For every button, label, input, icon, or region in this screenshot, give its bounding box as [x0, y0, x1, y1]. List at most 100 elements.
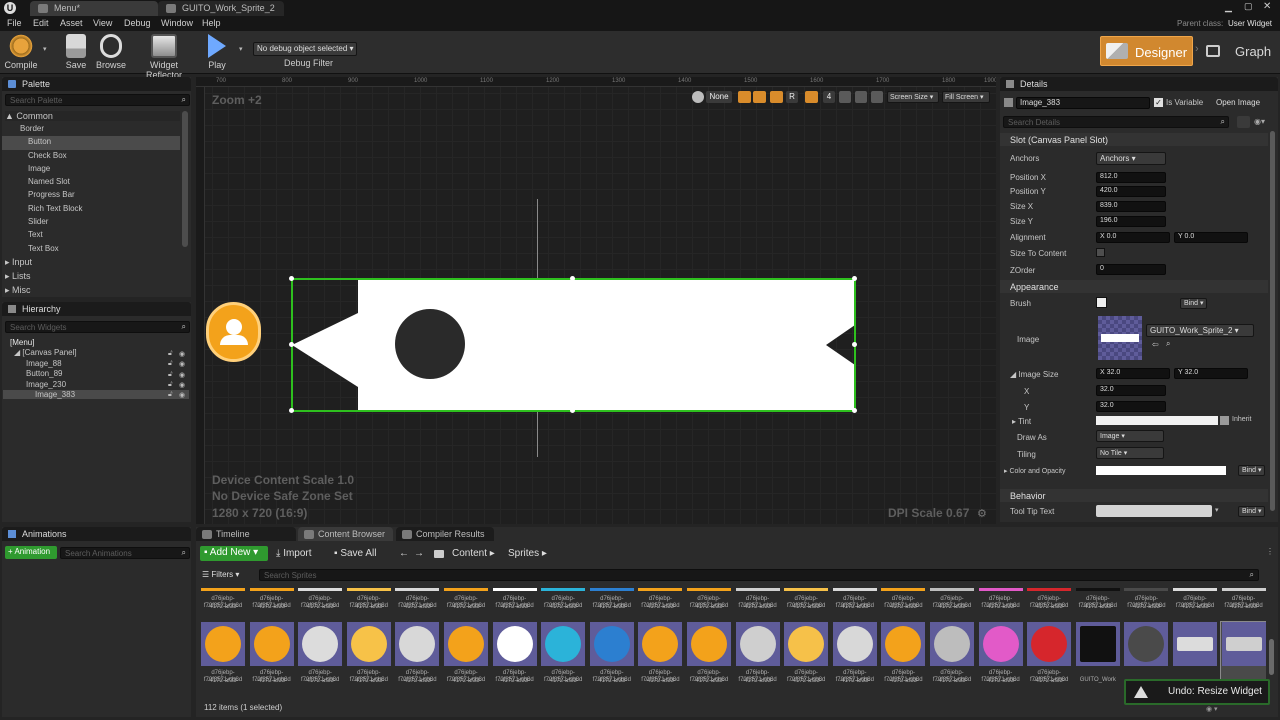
palette-item-rich-text-block[interactable]: Rich Text Block	[2, 203, 180, 216]
asset-tile-partial[interactable]: d76jebp-f70f3571-cb8d -4172-af33-	[686, 585, 732, 619]
resize-handle-right[interactable]	[852, 342, 857, 347]
snap-grid-icon[interactable]	[738, 91, 751, 103]
resize-handle-bottom-right[interactable]	[852, 408, 857, 413]
path-sprites[interactable]: Sprites ▸	[508, 548, 547, 559]
browse-button[interactable]: Browse	[95, 34, 127, 70]
menu-debug[interactable]: Debug	[124, 18, 151, 28]
save-all-button[interactable]: ▪ Save All	[334, 548, 376, 559]
asset-tile-partial[interactable]: d76jebp-f70f3571-cb8d -4172-af33-	[1075, 585, 1121, 619]
palette-item-button[interactable]: Button	[2, 136, 180, 150]
alignment-y-input[interactable]: Y 0.0	[1174, 232, 1248, 243]
stop-icon[interactable]	[770, 91, 783, 103]
panel-menu-icon[interactable]: ⋮	[1266, 547, 1274, 556]
resize-handle-top-right[interactable]	[852, 276, 857, 281]
visibility-eye-icon[interactable]: ◉	[179, 360, 185, 368]
lock-icon[interactable]	[753, 91, 766, 103]
asset-tile-partial[interactable]: d76jebp-f70f3571-cb8d -4172-af33-	[443, 585, 489, 619]
image-size-y-value[interactable]: 32.0	[1096, 401, 1166, 412]
asset-tile[interactable]: d76jebp-f70f3571-cb8d -4172-af33-	[686, 622, 732, 698]
profile-avatar-widget[interactable]	[206, 302, 261, 362]
menu-edit[interactable]: Edit	[33, 18, 49, 28]
position-x-input[interactable]: 812.0	[1096, 172, 1166, 183]
tooltip-dropdown-icon[interactable]: ▾	[1215, 506, 1219, 514]
r-button[interactable]: R	[786, 91, 798, 103]
asset-tile-partial[interactable]: d76jebp-f70f3571-cb8d -4172-af33-	[1221, 585, 1266, 619]
details-scrollbar[interactable]	[1270, 131, 1275, 511]
color-opacity-swatch[interactable]	[1096, 466, 1226, 475]
image-asset-thumbnail[interactable]	[1098, 316, 1142, 360]
asset-tile-partial[interactable]: d76jebp-f70f3571-cb8d -4172-af33-	[637, 585, 683, 619]
asset-tile[interactable]: d76jebp-f70f3571-cb8d -4172-af33-	[346, 622, 392, 698]
asset-tile[interactable]: d76jebp-f70f3571-cb8d -4172-af33-	[443, 622, 489, 698]
asset-tile-partial[interactable]: d76jebp-f70f3571-cb8d -4172-af33-	[394, 585, 440, 619]
resize-handle-top[interactable]	[570, 276, 575, 281]
lock-icon[interactable]: 🔓︎	[168, 350, 173, 358]
tab-compiler-results[interactable]: Compiler Results	[396, 527, 494, 541]
forward-arrow-icon[interactable]: →	[414, 548, 424, 559]
add-new-button[interactable]: ▪ Add New ▾	[200, 546, 268, 561]
lock-icon[interactable]: 🔓︎	[168, 391, 173, 399]
hierarchy-item-image-230[interactable]: Image_230	[26, 380, 186, 389]
brush-swatch[interactable]	[1096, 297, 1107, 308]
debug-object-dropdown[interactable]: No debug object selected ▾	[253, 42, 357, 56]
palette-scrollbar[interactable]	[182, 111, 188, 247]
asset-tile-partial[interactable]: d76jebp-f70f3571-cb8d -4172-af33-	[880, 585, 926, 619]
hierarchy-root[interactable]: [Menu]	[10, 338, 34, 347]
image-size-x-input[interactable]: X 32.0	[1096, 368, 1170, 379]
menu-window[interactable]: Window	[161, 18, 193, 28]
use-selected-arrow-icon[interactable]: ⇦	[1152, 340, 1159, 349]
screen-size-dropdown[interactable]: Screen Size ▾	[887, 91, 939, 103]
asset-tile[interactable]: d76jebp-f70f3571-cb8d -4172-af33-	[540, 622, 586, 698]
hierarchy-canvas-panel[interactable]: ◢ [Canvas Panel]	[14, 348, 77, 357]
asset-tile[interactable]: d76jebp-f70f3571-cb8d -4172-af33-	[978, 622, 1024, 698]
asset-tile[interactable]: d76jebp-f70f3571-cb8d -4172-af33-	[880, 622, 926, 698]
palette-item-named-slot[interactable]: Named Slot	[2, 176, 180, 189]
alignment-x-input[interactable]: X 0.0	[1096, 232, 1170, 243]
play-options-icon[interactable]: ▾	[239, 45, 243, 53]
asset-tile[interactable]: d76jebp-f70f3571-cb8d -4172-af33-	[832, 622, 878, 698]
transform-icon[interactable]	[839, 91, 851, 103]
view-options-eye-icon[interactable]: ◉▾	[1254, 117, 1265, 126]
position-y-input[interactable]: 420.0	[1096, 186, 1166, 197]
tint-color-swatch[interactable]	[1096, 416, 1218, 425]
four-button[interactable]: 4	[823, 91, 835, 103]
tab-content-browser[interactable]: Content Browser	[298, 527, 393, 541]
hierarchy-item-image-88[interactable]: Image_88	[26, 359, 186, 368]
palette-item-image[interactable]: Image	[2, 163, 180, 176]
open-image-link[interactable]: Open Image	[1216, 98, 1260, 107]
asset-tile-partial[interactable]: d76jebp-f70f3571-cb8d -4172-af33-	[1123, 585, 1169, 619]
designer-viewport[interactable]: 700 800 900 1000 1100 1200 1300 1400 150…	[196, 77, 996, 524]
search-sprites-input[interactable]: Search Sprites ⌕	[259, 569, 1259, 581]
search-animations-input[interactable]: Search Animations ⌕	[60, 547, 190, 559]
property-matrix-icon[interactable]	[1237, 116, 1250, 128]
selected-image-383[interactable]	[289, 276, 857, 413]
visibility-eye-icon[interactable]: ◉	[179, 391, 185, 399]
play-button[interactable]: Play	[202, 34, 232, 70]
asset-tile[interactable]: d76jebp-f70f3571-cb8d -4172-af33-	[394, 622, 440, 698]
palette-item-text[interactable]: Text	[2, 229, 180, 242]
tab-sprite[interactable]: GUITO_Work_Sprite_2	[158, 1, 284, 16]
lock-icon[interactable]: 🔓︎	[168, 381, 173, 389]
image-asset-dropdown[interactable]: GUITO_Work_Sprite_2 ▾	[1146, 324, 1254, 337]
dpi-settings-gear-icon[interactable]: ⚙	[977, 507, 987, 520]
graph-mode-button[interactable]: Graph	[1203, 36, 1275, 66]
visibility-eye-icon[interactable]: ◉	[179, 381, 185, 389]
asset-tile-partial[interactable]: d76jebp-f70f3571-cb8d -4172-af33-	[783, 585, 829, 619]
inherit-checkbox[interactable]	[1220, 416, 1229, 425]
asset-tile-partial[interactable]: d76jebp-f70f3571-cb8d -4172-af33-	[249, 585, 295, 619]
visibility-eye-icon[interactable]: ◉	[179, 371, 185, 379]
scale-icon[interactable]	[871, 91, 883, 103]
hierarchy-search-input[interactable]: Search Widgets ⌕	[5, 321, 190, 333]
behavior-section-header[interactable]: Behavior	[1000, 489, 1268, 502]
save-button[interactable]: Save	[62, 34, 90, 70]
menu-view[interactable]: View	[93, 18, 112, 28]
resize-handle-left[interactable]	[289, 342, 294, 347]
compile-button[interactable]: Compile	[3, 34, 39, 70]
brush-bind-button[interactable]: Bind ▾	[1180, 298, 1208, 309]
menu-help[interactable]: Help	[202, 18, 221, 28]
palette-item-slider[interactable]: Slider	[2, 216, 180, 229]
asset-tile[interactable]: d76jebp-f70f3571-cb8d -4172-af33-	[492, 622, 538, 698]
widget-reflector-button[interactable]: Widget Reflector	[132, 34, 196, 80]
size-to-content-checkbox[interactable]	[1096, 248, 1105, 257]
back-arrow-icon[interactable]: ←	[399, 548, 409, 559]
